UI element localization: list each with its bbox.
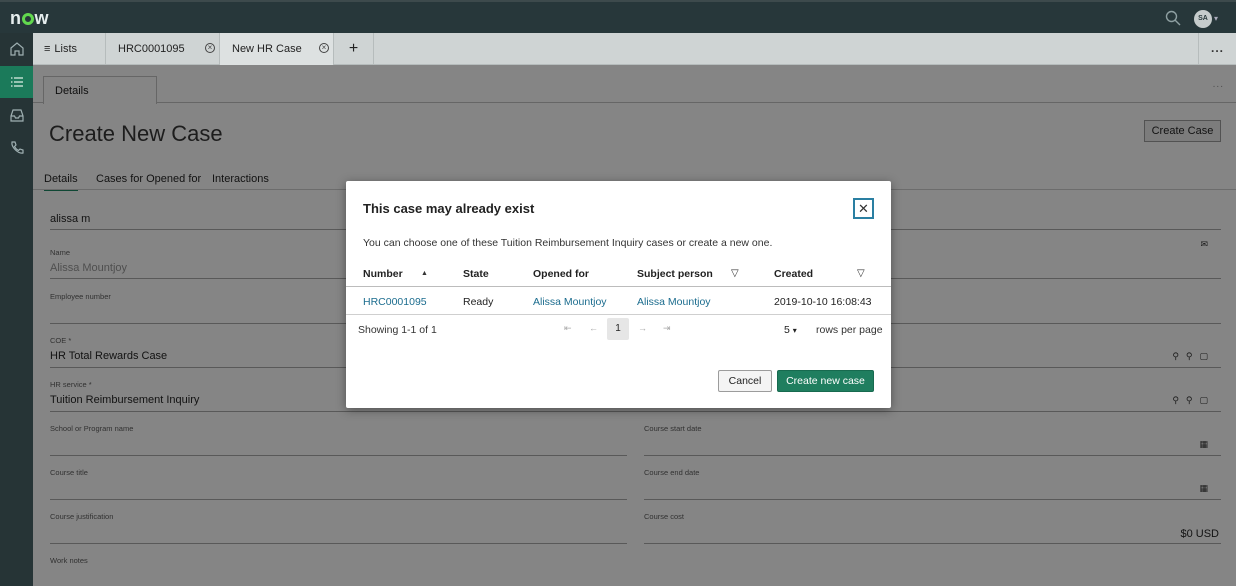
modal-description: You can choose one of these Tuition Reim… xyxy=(363,237,773,249)
subject-person-link[interactable]: Alissa Mountjoy xyxy=(637,296,711,308)
hamburger-icon: ≡ xyxy=(44,43,51,55)
sort-ascending-icon[interactable]: ▲ xyxy=(421,270,428,277)
created-date: 2019-10-10 16:08:43 xyxy=(774,296,872,308)
pagination-summary: Showing 1-1 of 1 xyxy=(358,324,437,336)
opened-for-link[interactable]: Alissa Mountjoy xyxy=(533,296,607,308)
column-header-number[interactable]: Number xyxy=(363,268,403,280)
next-page-icon[interactable]: → xyxy=(638,323,647,333)
rail-lists[interactable] xyxy=(0,66,33,98)
column-header-subject-person[interactable]: Subject person xyxy=(637,268,713,280)
tab-case-label: HRC0001095 xyxy=(118,43,185,55)
cancel-button[interactable]: Cancel xyxy=(718,370,772,392)
search-icon[interactable] xyxy=(1165,10,1181,26)
current-page[interactable]: 1 xyxy=(607,318,629,340)
workspace-tab-bar: ≡ Lists HRC0001095 × New HR Case × + ... xyxy=(33,33,1236,65)
close-tab-icon[interactable]: × xyxy=(205,43,215,53)
duplicate-case-modal: This case may already exist ✕ You can ch… xyxy=(346,181,891,408)
home-icon xyxy=(9,42,24,56)
modal-title: This case may already exist xyxy=(363,201,535,216)
rows-per-page-select[interactable]: 5 ▾ xyxy=(784,324,797,336)
rail-phone[interactable] xyxy=(0,132,33,164)
filter-icon[interactable]: ▽ xyxy=(857,268,865,279)
first-page-icon[interactable]: ⇤ xyxy=(564,323,572,334)
create-new-case-button[interactable]: Create new case xyxy=(777,370,874,392)
close-icon[interactable]: ✕ xyxy=(853,198,874,219)
column-header-state[interactable]: State xyxy=(463,268,489,280)
tab-lists-label: Lists xyxy=(54,43,78,55)
user-avatar[interactable]: SA xyxy=(1194,10,1212,28)
rows-per-page-label: rows per page xyxy=(816,324,883,336)
case-state: Ready xyxy=(463,296,494,308)
column-header-opened-for[interactable]: Opened for xyxy=(533,268,589,280)
list-icon xyxy=(10,77,23,87)
phone-icon xyxy=(10,141,24,154)
pagination-bar: Showing 1-1 of 1 ⇤ ← 1 → ⇥ 5 ▾ rows per … xyxy=(346,317,891,341)
rows-per-page-value: 5 xyxy=(784,324,790,336)
chevron-down-icon: ▾ xyxy=(792,326,797,335)
top-nav-bar: nw SA ▾ xyxy=(0,0,1236,33)
inbox-icon xyxy=(9,109,24,122)
add-tab-button[interactable]: + xyxy=(334,33,374,65)
rail-home[interactable] xyxy=(0,33,33,65)
tab-lists[interactable]: ≡ Lists xyxy=(33,33,106,65)
case-number-link[interactable]: HRC0001095 xyxy=(363,296,427,308)
previous-page-icon[interactable]: ← xyxy=(589,323,598,333)
tab-new-hr-case[interactable]: New HR Case × xyxy=(220,33,334,65)
tab-new-case-label: New HR Case xyxy=(232,43,302,55)
left-nav-rail xyxy=(0,33,33,586)
last-page-icon[interactable]: ⇥ xyxy=(663,323,671,334)
filter-icon[interactable]: ▽ xyxy=(731,268,739,279)
table-row[interactable]: HRC0001095 Ready Alissa Mountjoy Alissa … xyxy=(346,288,891,315)
column-header-created[interactable]: Created xyxy=(774,268,813,280)
close-tab-icon[interactable]: × xyxy=(319,43,329,53)
now-logo[interactable]: nw xyxy=(10,8,49,29)
rail-inbox[interactable] xyxy=(0,99,33,131)
tab-case-hrc0001095[interactable]: HRC0001095 × xyxy=(106,33,220,65)
chevron-down-icon[interactable]: ▾ xyxy=(1214,14,1218,23)
tabs-more-button[interactable]: ... xyxy=(1198,33,1236,65)
table-header: Number ▲ State Opened for Subject person… xyxy=(346,266,891,287)
